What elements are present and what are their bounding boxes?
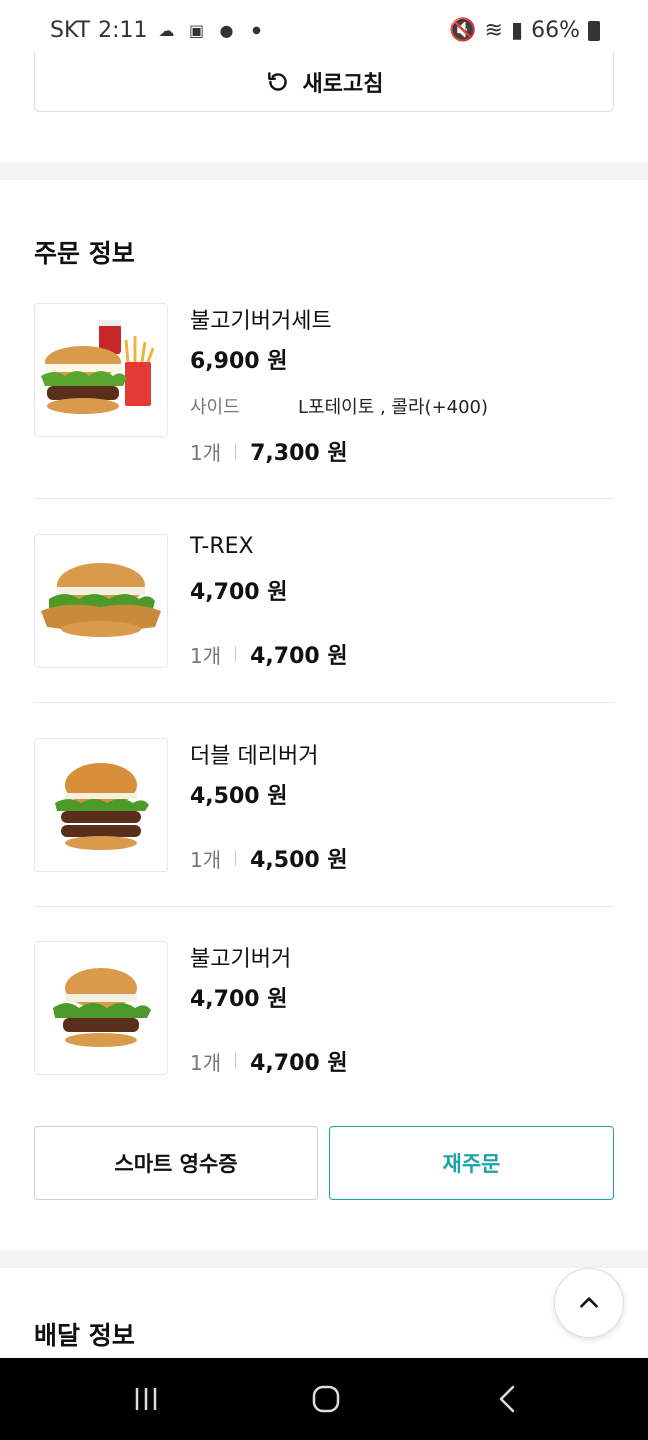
battery-icon [588,20,600,41]
refresh-button[interactable]: 새로고침 [34,52,614,112]
carrier-label: SKT [50,18,91,43]
option-label: 사이드 [190,397,240,418]
list-item[interactable]: 더블 데리버거 4,500 원 1개 4,500 원 [34,738,614,873]
item-name: 더블 데리버거 [190,744,319,769]
home-button[interactable] [306,1382,346,1416]
dot-icon: ● [252,24,261,36]
item-price: 4,700 원 [190,580,288,605]
list-item[interactable]: 불고기버거 4,700 원 1개 4,700 원 [34,941,614,1076]
item-price: 4,500 원 [190,784,288,809]
signal-icon: ▮ [510,18,524,43]
item-quantity: 1개 [190,440,222,465]
quantity-separator [235,646,237,662]
chevron-up-icon [580,1297,598,1308]
list-item[interactable]: 불고기버거세트 6,900 원 사이드 L포테이토 , 콜라(+400) 1개 … [34,303,614,473]
item-divider [34,702,614,703]
quantity-separator [235,850,237,866]
cloud-sync-icon: ☁ [158,20,175,40]
item-name: 불고기버거세트 [190,309,332,334]
product-image [34,534,168,668]
section-divider [0,162,648,180]
item-divider [34,498,614,499]
item-total: 4,500 원 [250,848,348,873]
delivery-info-title: 배달 정보 [34,1321,135,1350]
refresh-label: 새로고침 [302,71,384,97]
item-total: 7,300 원 [250,441,348,466]
product-image [34,738,168,872]
item-divider [34,906,614,907]
quantity-separator [235,443,237,459]
item-total: 4,700 원 [250,1051,348,1076]
quantity-separator [235,1053,237,1069]
item-quantity: 1개 [190,847,222,872]
back-icon [499,1385,515,1413]
refresh-icon [267,71,287,91]
item-price: 6,900 원 [190,349,288,374]
item-name: 불고기버거 [190,947,292,972]
gallery-icon: ▣ [188,20,205,40]
back-button[interactable] [488,1382,528,1416]
section-divider [0,1250,648,1268]
home-icon [312,1385,340,1413]
talk-icon: ● [219,20,234,40]
item-name: T-REX [190,534,254,559]
wifi-icon: ≋ [484,18,503,43]
recent-apps-button[interactable] [126,1382,166,1416]
option-value: L포테이토 , 콜라(+400) [298,397,489,418]
order-info-title: 주문 정보 [34,239,135,268]
clock: 2:11 [98,18,148,43]
list-item[interactable]: T-REX 4,700 원 1개 4,700 원 [34,534,614,669]
product-image [34,941,168,1075]
item-quantity: 1개 [190,1050,222,1075]
reorder-button[interactable]: 재주문 [329,1126,614,1200]
recent-apps-icon [135,1388,157,1410]
system-nav-bar [0,1358,648,1440]
scroll-top-button[interactable] [554,1268,624,1338]
battery-level: 66% [531,18,580,43]
mute-icon: 🔇 [449,18,477,43]
item-quantity: 1개 [190,643,222,668]
product-image [34,303,168,437]
item-price: 4,700 원 [190,987,288,1012]
smart-receipt-button[interactable]: 스마트 영수증 [34,1126,318,1200]
item-total: 4,700 원 [250,644,348,669]
